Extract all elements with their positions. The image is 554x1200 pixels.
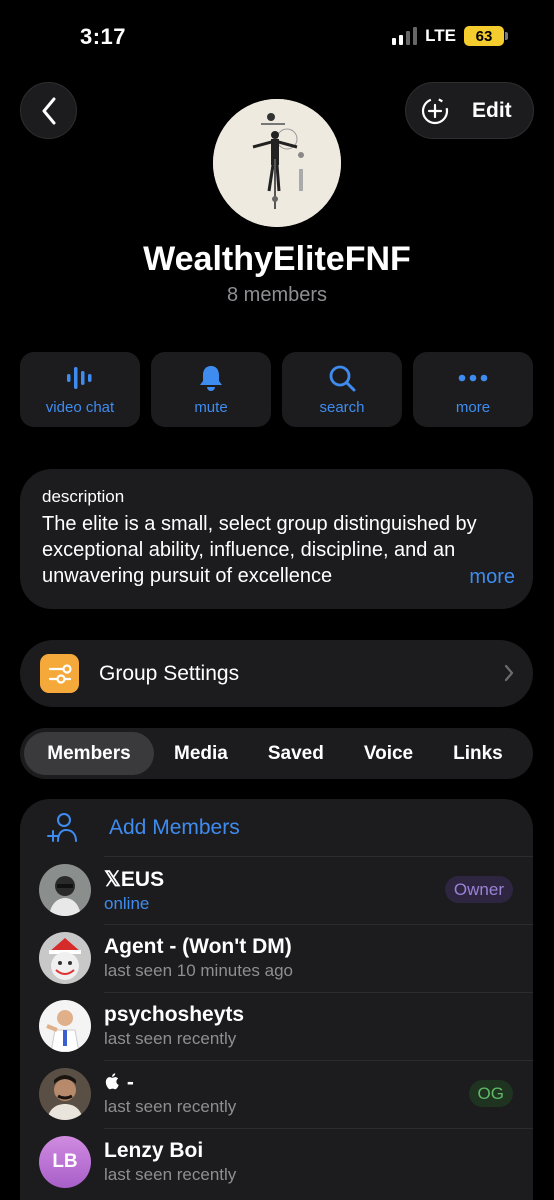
members-list: Add Members 𝕏EUS online Owner Agent - (W… (20, 799, 533, 1200)
avatar (39, 864, 91, 916)
member-row[interactable]: Agent - (Won't DM) last seen 10 minutes … (20, 924, 533, 992)
member-row[interactable]: LB Lenzy Boi last seen recently (20, 1128, 533, 1196)
member-count: 8 members (226, 284, 328, 306)
member-status: last seen recently (104, 1097, 237, 1116)
member-row[interactable]: - last seen recently OG (20, 1060, 533, 1128)
og-badge: OG (468, 1080, 513, 1107)
group-settings-row[interactable]: Group Settings (20, 640, 533, 707)
search-button[interactable]: search (282, 352, 402, 427)
bell-icon (200, 366, 222, 391)
member-name: 𝕏EUS (104, 867, 165, 891)
more-label: more (455, 399, 491, 416)
description-heading: description (42, 487, 125, 506)
member-status: last seen recently (104, 1165, 237, 1184)
action-buttons: video chat mute search more (20, 352, 533, 427)
description-more-link[interactable]: more (453, 566, 515, 589)
signal-icon (392, 27, 418, 45)
apple-logo-icon (105, 1073, 119, 1090)
add-members-label: Add Members (109, 815, 240, 839)
battery-level: 63 (464, 26, 504, 46)
tab-voice[interactable]: Voice (344, 732, 433, 775)
member-name: Lenzy Boi (104, 1139, 204, 1162)
edit-label: Edit (472, 98, 512, 122)
avatar: LB (39, 1136, 91, 1188)
member-status: online (104, 893, 150, 913)
member-name: - (104, 1071, 236, 1095)
search-icon (329, 365, 356, 392)
add-user-icon (47, 812, 77, 842)
mute-button[interactable]: mute (151, 352, 271, 427)
group-avatar-image (213, 99, 341, 227)
member-row[interactable]: psychosheyts last seen recently (20, 992, 533, 1060)
member-name: Agent - (Won't DM) (104, 935, 292, 958)
tab-saved[interactable]: Saved (248, 732, 344, 775)
description-text: The elite is a small, select group disti… (42, 513, 477, 587)
group-settings-label: Group Settings (99, 661, 240, 685)
member-status: last seen 10 minutes ago (104, 961, 294, 980)
chevron-right-icon (504, 664, 514, 682)
member-name: psychosheyts (104, 1003, 245, 1026)
profile-tabs: Members Media Saved Voice Links (20, 728, 533, 779)
avatar (39, 1068, 91, 1120)
status-indicators: LTE 63 (392, 26, 508, 46)
add-status-icon (421, 97, 449, 124)
video-chat-label: video chat (45, 399, 115, 416)
description-card[interactable]: description The elite is a small, select… (20, 469, 533, 609)
member-name-text: - (121, 1071, 134, 1094)
tab-media[interactable]: Media (154, 732, 248, 775)
status-time: 3:17 (80, 24, 127, 49)
member-status: last seen recently (104, 1029, 237, 1048)
tab-links[interactable]: Links (433, 732, 523, 775)
chevron-left-icon (42, 97, 55, 124)
avatar (39, 1000, 91, 1052)
owner-badge: Owner (444, 876, 513, 903)
group-avatar[interactable] (213, 99, 341, 227)
group-title: WealthyEliteFNF (143, 240, 411, 278)
member-row[interactable]: 𝕏EUS online Owner (20, 856, 533, 924)
more-dots-icon (458, 374, 488, 382)
network-label: LTE (425, 26, 456, 45)
battery-icon: 63 (464, 26, 508, 46)
waveform-icon (67, 367, 92, 389)
mute-label: mute (194, 399, 228, 416)
tab-members[interactable]: Members (24, 732, 154, 775)
search-label: search (319, 399, 365, 416)
back-button[interactable] (20, 82, 77, 139)
settings-sliders-icon (40, 654, 79, 693)
avatar (39, 932, 91, 984)
add-members-button[interactable]: Add Members (20, 799, 533, 856)
more-button[interactable]: more (413, 352, 533, 427)
video-chat-button[interactable]: video chat (20, 352, 140, 427)
edit-button[interactable]: Edit (405, 82, 534, 139)
